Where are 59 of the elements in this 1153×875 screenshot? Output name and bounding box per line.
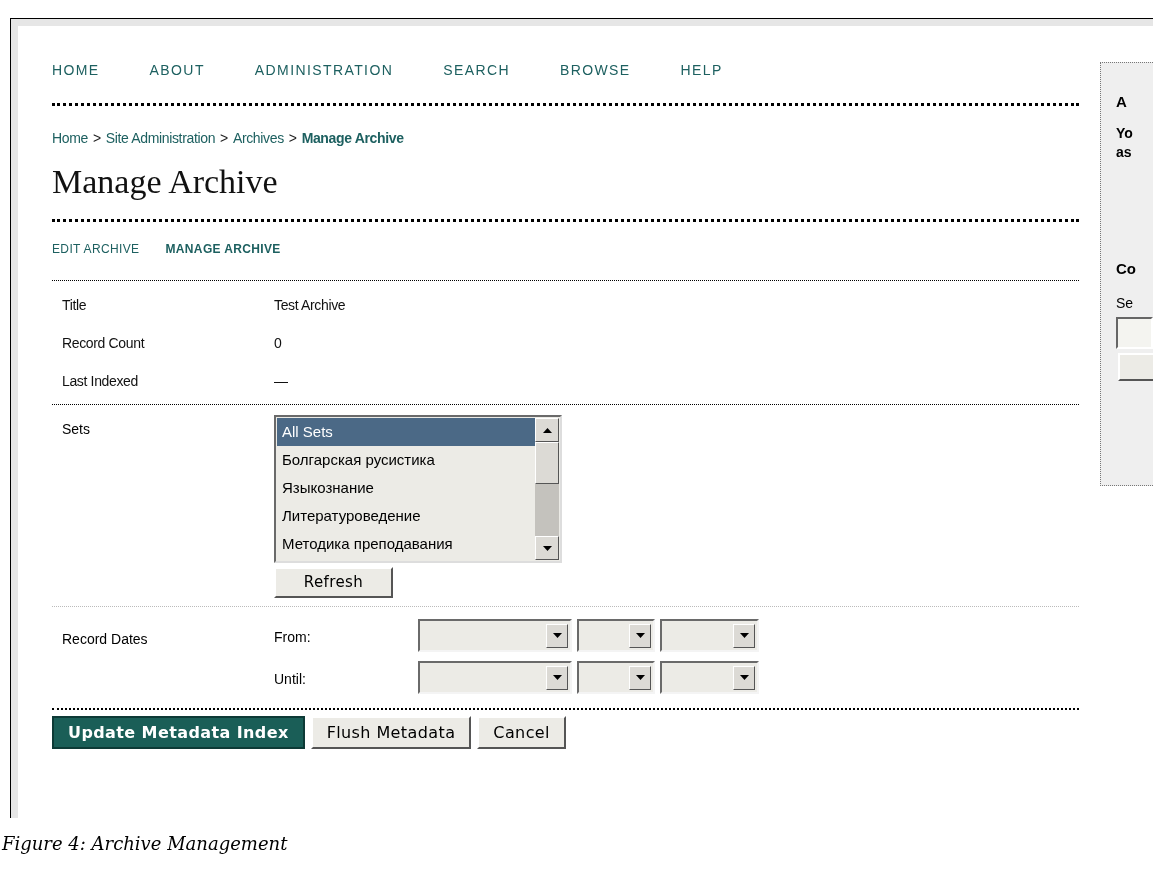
dropdown[interactable] bbox=[577, 661, 655, 694]
dropdown[interactable] bbox=[418, 661, 572, 694]
dropdown[interactable] bbox=[418, 619, 572, 652]
down-arrow-icon bbox=[635, 633, 645, 638]
breadcrumb-link[interactable]: Site Administration bbox=[105, 128, 216, 149]
sidebar-heading: Co bbox=[1116, 258, 1137, 279]
sidebar-text: Yo bbox=[1116, 123, 1134, 143]
down-arrow-icon bbox=[552, 675, 562, 680]
listbox-option[interactable]: Литературоведение bbox=[277, 502, 535, 530]
sidebar-heading: A bbox=[1116, 92, 1129, 112]
sidebar-input-field[interactable] bbox=[1116, 317, 1153, 349]
down-arrow-icon bbox=[635, 675, 645, 680]
field-label: Last Indexed bbox=[61, 372, 139, 391]
breadcrumb-separator: > bbox=[92, 129, 101, 148]
nav-link[interactable]: HOME bbox=[52, 60, 100, 81]
breadcrumb-separator: > bbox=[220, 129, 228, 148]
field-label: Title bbox=[61, 296, 88, 315]
breadcrumb-link[interactable]: Home bbox=[52, 128, 88, 149]
up-arrow-icon bbox=[542, 427, 552, 433]
date-label: From: bbox=[274, 628, 312, 647]
breadcrumb-link[interactable]: Manage Archive bbox=[301, 128, 404, 149]
sidebar-button[interactable] bbox=[1118, 353, 1153, 381]
figure-caption: Figure 4: Archive Management bbox=[2, 832, 288, 856]
scrollbar[interactable] bbox=[535, 418, 559, 560]
nav-link[interactable]: ADMINISTRATION bbox=[254, 60, 394, 81]
listbox-option[interactable]: Языкознание bbox=[277, 474, 535, 502]
page-title: Manage Archive bbox=[52, 165, 279, 199]
sub-nav-tab[interactable]: MANAGE ARCHIVE bbox=[165, 240, 281, 258]
sub-nav-tab[interactable]: EDIT ARCHIVE bbox=[52, 240, 140, 258]
dropdown[interactable] bbox=[577, 619, 655, 652]
sidebar-label: Se bbox=[1116, 294, 1135, 313]
dropdown[interactable] bbox=[660, 619, 759, 652]
down-arrow-icon bbox=[739, 633, 749, 638]
refresh-button[interactable]: Refresh bbox=[274, 567, 393, 598]
breadcrumb-separator: > bbox=[288, 129, 297, 148]
nav-link[interactable]: ABOUT bbox=[149, 60, 205, 81]
down-arrow-icon bbox=[739, 675, 749, 680]
field-value: Test Archive bbox=[274, 296, 346, 315]
down-arrow-icon bbox=[552, 633, 562, 638]
form-button[interactable]: Cancel bbox=[477, 716, 566, 749]
listbox-option[interactable]: Методика преподавания bbox=[277, 530, 535, 558]
down-arrow-icon bbox=[542, 545, 552, 551]
form-button[interactable]: Update Metadata Index bbox=[52, 716, 305, 749]
field-label: Record Count bbox=[61, 334, 146, 353]
sets-listbox[interactable]: All Sets Болгарская русистика Языкознание Литературоведение Методика преподавания bbox=[274, 415, 562, 563]
dropdown[interactable] bbox=[660, 661, 759, 694]
listbox-option[interactable]: Болгарская русистика bbox=[277, 446, 535, 474]
listbox-option[interactable]: All Sets bbox=[277, 418, 535, 446]
form-button[interactable]: Flush Metadata bbox=[310, 716, 472, 749]
field-label: Sets bbox=[61, 420, 91, 439]
field-value: 0 bbox=[274, 334, 282, 353]
breadcrumb-link[interactable]: Archives bbox=[232, 128, 284, 149]
field-value: — bbox=[274, 372, 288, 391]
date-label: Until: bbox=[274, 670, 307, 689]
sidebar-text: as bbox=[1116, 142, 1133, 162]
nav-link[interactable]: BROWSE bbox=[559, 60, 631, 81]
field-label: Record Dates bbox=[61, 630, 149, 649]
nav-link[interactable]: HELP bbox=[680, 60, 723, 81]
nav-link[interactable]: SEARCH bbox=[443, 60, 510, 81]
